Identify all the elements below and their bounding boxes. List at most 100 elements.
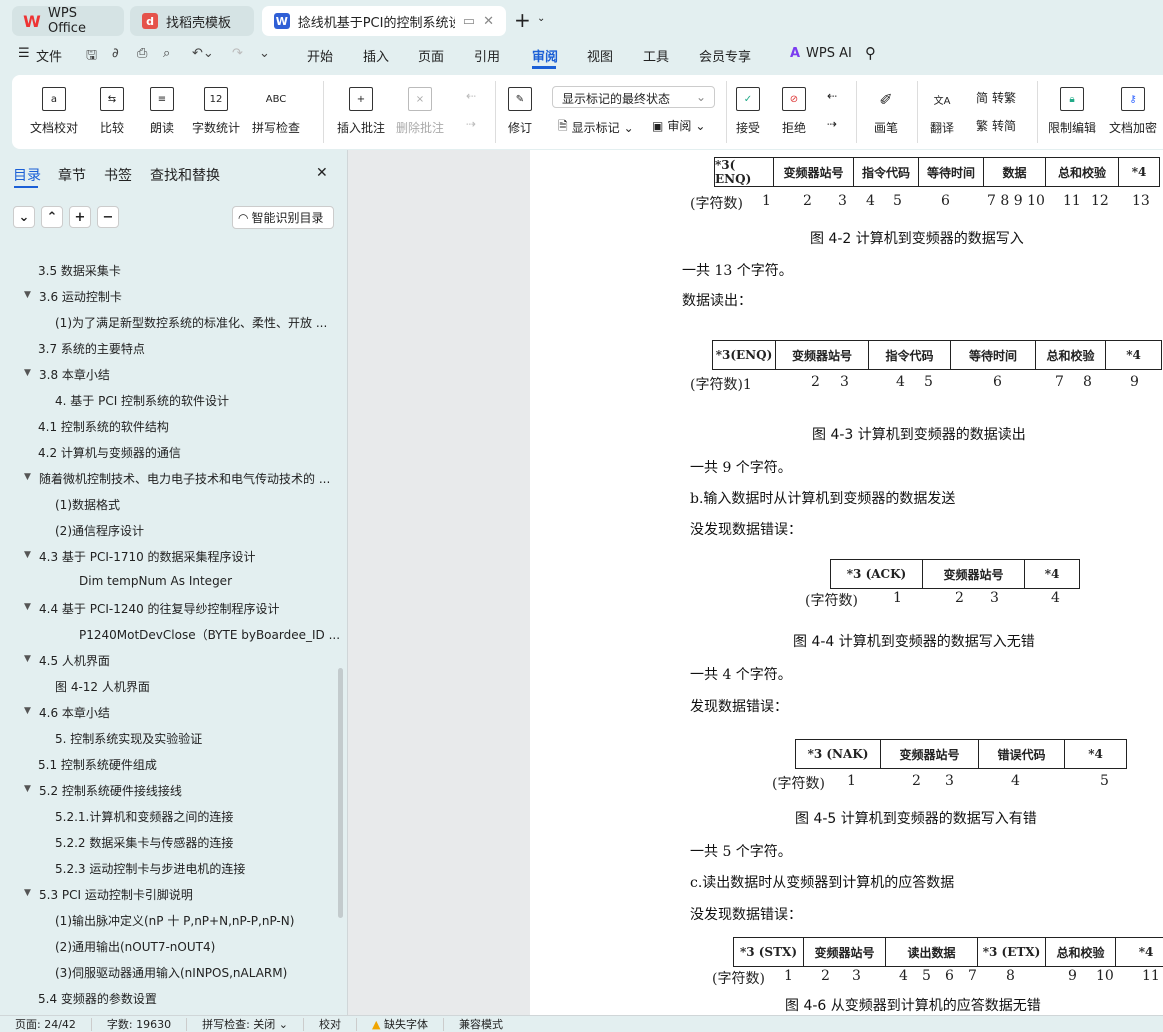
hamburger-icon[interactable]: ☰ (18, 46, 30, 61)
toc-item[interactable]: Dim tempNum As Integer (79, 574, 232, 588)
expand-arrow-icon[interactable]: ▼ (24, 290, 31, 300)
sidebar-tab-bookmarks[interactable]: 书签 (104, 165, 132, 185)
print-icon[interactable]: ⎙ (137, 46, 147, 61)
to-simplified-button[interactable]: 繁转简 (976, 117, 1016, 134)
toc-item[interactable]: 4.5 人机界面 (39, 652, 110, 669)
toc-item[interactable]: 3.8 本章小结 (39, 366, 110, 383)
restrict-editing-button[interactable]: 🔒︎ 限制编辑 (1048, 87, 1096, 136)
tab-list-chevron-icon[interactable]: ⌄ (537, 13, 545, 24)
read-aloud-button[interactable]: ≡ 朗读 (150, 87, 174, 136)
toc-item[interactable]: 5.2.3 运动控制卡与步进电机的连接 (55, 860, 245, 877)
to-traditional-button[interactable]: 简转繁 (976, 89, 1016, 106)
translate-button[interactable]: 文A 翻译 (930, 87, 954, 136)
toc-item[interactable]: 3.7 系统的主要特点 (38, 340, 145, 357)
menu-file[interactable]: 文件 (36, 46, 62, 65)
smart-toc-button[interactable]: ◠ 智能识别目录 (232, 206, 334, 229)
toc-item[interactable]: (3)伺服驱动器通用输入(nINPOS,nALARM) (55, 964, 287, 981)
expand-arrow-icon[interactable]: ▼ (24, 550, 31, 560)
toc-item[interactable]: (1)输出脉冲定义(nP 十 P,nP+N,nP-P,nP-N) (55, 912, 294, 929)
sidebar-tab-chapters[interactable]: 章节 (58, 165, 86, 185)
compare-button[interactable]: ⇆ 比较 (100, 87, 124, 136)
menu-review[interactable]: 审阅 (532, 46, 558, 65)
toc-item[interactable]: 5.4 变频器的参数设置 (38, 990, 157, 1007)
toc-item[interactable]: 4.4 基于 PCI-1240 的往复导纱控制程序设计 (39, 600, 280, 617)
add-level-button[interactable]: + (69, 206, 91, 228)
expand-arrow-icon[interactable]: ▼ (24, 784, 31, 794)
toc-item[interactable]: 5.1 控制系统硬件组成 (38, 756, 157, 773)
toc-item[interactable]: 4.1 控制系统的软件结构 (38, 418, 169, 435)
proofread-status[interactable]: 校对 (304, 1017, 358, 1031)
prev-change-icon[interactable]: ⇠ (827, 89, 837, 103)
remove-level-button[interactable]: − (97, 206, 119, 228)
menu-home[interactable]: 开始 (307, 46, 333, 65)
toc-item[interactable]: 5.2 控制系统硬件接线接线 (39, 782, 182, 799)
toc-item[interactable]: 4.2 计算机与变频器的通信 (38, 444, 181, 461)
prev-comment-icon[interactable]: ⇠ (466, 89, 476, 103)
spell-check-button[interactable]: ABC 拼写检查 (252, 87, 300, 136)
tab-wps-office[interactable]: W WPS Office (12, 6, 124, 36)
spell-check-status[interactable]: 拼写检查: 关闭 ⌄ (187, 1017, 305, 1031)
print-preview-icon[interactable]: ⌕ (163, 46, 170, 61)
accept-button[interactable]: ✓ 接受 (736, 87, 760, 136)
redo-icon[interactable]: ↷ (232, 46, 243, 61)
word-count[interactable]: 字数: 19630 (92, 1017, 188, 1031)
reject-button[interactable]: ⊘ 拒绝 (782, 87, 806, 136)
menu-insert[interactable]: 插入 (363, 46, 389, 65)
close-tab-icon[interactable]: ✕ (483, 14, 494, 29)
expand-arrow-icon[interactable]: ▼ (24, 706, 31, 716)
missing-font-status[interactable]: ▲ 缺失字体 (357, 1017, 444, 1031)
toc-item[interactable]: 5.2.2 数据采集卡与传感器的连接 (55, 834, 233, 851)
close-sidebar-icon[interactable]: ✕ (316, 165, 328, 181)
pen-button[interactable]: ✐ 画笔 (874, 87, 898, 136)
toc-item[interactable]: 5.2.1.计算机和变频器之间的连接 (55, 808, 233, 825)
expand-down-button[interactable]: ⌄ (13, 206, 35, 228)
new-tab-button[interactable]: + (514, 8, 531, 32)
toc-item[interactable]: 5. 控制系统实现及实验验证 (55, 730, 202, 747)
toc-item[interactable]: 4. 基于 PCI 控制系统的软件设计 (55, 392, 229, 409)
sidebar-tab-toc[interactable]: 目录 (13, 165, 41, 185)
track-changes-button[interactable]: ✎ 修订 (508, 87, 532, 136)
expand-arrow-icon[interactable]: ▼ (24, 602, 31, 612)
delete-comment-button[interactable]: × 删除批注 (396, 87, 444, 136)
toc-item[interactable]: (1)为了满足新型数控系统的标准化、柔性、开放 ... (55, 314, 327, 331)
toc-item[interactable]: 图 4-12 人机界面 (55, 678, 150, 695)
link-icon[interactable]: ∂ (112, 46, 119, 61)
proofread-button[interactable]: a 文档校对 (30, 87, 78, 136)
expand-arrow-icon[interactable]: ▼ (24, 888, 31, 898)
toc-item[interactable]: 随着微机控制技术、电力电子技术和电气传动技术的 ... (39, 470, 330, 487)
menu-tools[interactable]: 工具 (643, 46, 669, 65)
toc-item[interactable]: 3.6 运动控制卡 (39, 288, 122, 305)
encrypt-document-button[interactable]: ⚷ 文档加密 (1109, 87, 1157, 136)
toc-item[interactable]: 3.5 数据采集卡 (38, 262, 121, 279)
collapse-up-button[interactable]: ⌃ (41, 206, 63, 228)
tab-document[interactable]: W 捻线机基于PCI的控制系统设计 ▭ ✕ (262, 6, 506, 36)
screen-icon[interactable]: ▭ (463, 14, 475, 29)
sidebar-tab-find-replace[interactable]: 查找和替换 (150, 165, 220, 185)
show-markup-button[interactable]: 🗎 显示标记 ⌄ (558, 117, 634, 138)
toc-item[interactable]: 4.3 基于 PCI-1710 的数据采集程序设计 (39, 548, 256, 565)
menu-wps-ai[interactable]: WPS AI (806, 46, 852, 61)
more-chevron-icon[interactable]: ⌄ (259, 46, 270, 61)
expand-arrow-icon[interactable]: ▼ (24, 472, 31, 482)
menu-member[interactable]: 会员专享 (699, 46, 751, 65)
toc-item[interactable]: 4.6 本章小结 (39, 704, 110, 721)
tab-templates[interactable]: d 找稻壳模板 (130, 6, 254, 36)
next-change-icon[interactable]: ⇢ (827, 117, 837, 131)
toc-item[interactable]: (2)通用输出(nOUT7-nOUT4) (55, 938, 215, 955)
undo-icon[interactable]: ↶⌄ (192, 46, 214, 61)
markup-state-select[interactable]: 显示标记的最终状态 ⌄ (552, 86, 715, 108)
menu-references[interactable]: 引用 (474, 46, 500, 65)
insert-comment-button[interactable]: + 插入批注 (337, 87, 385, 136)
toc-item[interactable]: 5.3 PCI 运动控制卡引脚说明 (39, 886, 193, 903)
menu-view[interactable]: 视图 (587, 46, 613, 65)
page-indicator[interactable]: 页面: 24/42 (0, 1017, 92, 1031)
sidebar-scrollbar[interactable] (338, 668, 343, 918)
expand-arrow-icon[interactable]: ▼ (24, 654, 31, 664)
word-count-button[interactable]: 12 字数统计 (192, 87, 240, 136)
review-pane-button[interactable]: ▣ 审阅 ⌄ (652, 117, 705, 134)
search-icon[interactable]: ⚲ (865, 44, 876, 62)
save-icon[interactable]: 🖫 (86, 46, 97, 68)
toc-item[interactable]: (1)数据格式 (55, 496, 120, 513)
toc-item[interactable]: (2)通信程序设计 (55, 522, 144, 539)
toc-item[interactable]: P1240MotDevClose（BYTE byBoardee_ID ... (79, 626, 340, 643)
